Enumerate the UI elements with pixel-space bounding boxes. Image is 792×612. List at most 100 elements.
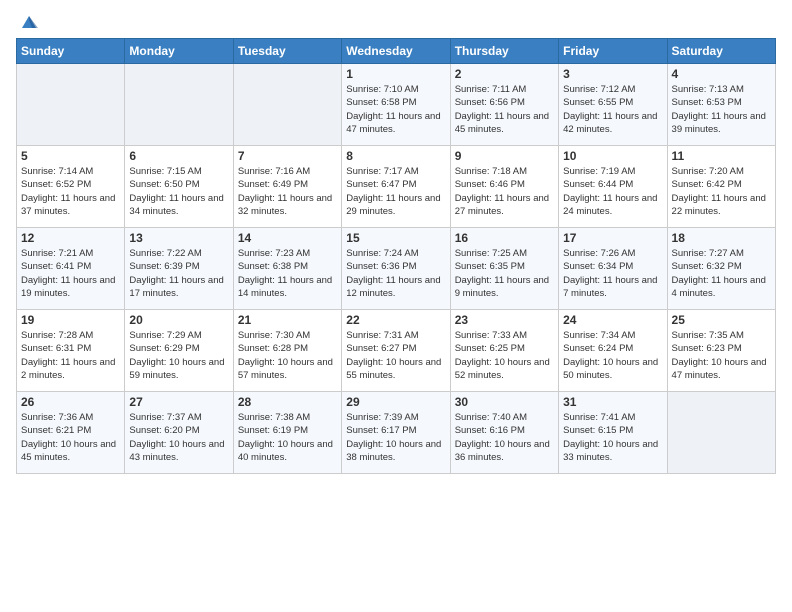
calendar-cell — [667, 392, 775, 474]
day-info: Sunrise: 7:20 AM Sunset: 6:42 PM Dayligh… — [672, 165, 771, 218]
day-number: 21 — [238, 313, 337, 327]
day-info: Sunrise: 7:28 AM Sunset: 6:31 PM Dayligh… — [21, 329, 120, 382]
day-info: Sunrise: 7:21 AM Sunset: 6:41 PM Dayligh… — [21, 247, 120, 300]
calendar-cell: 11 Sunrise: 7:20 AM Sunset: 6:42 PM Dayli… — [667, 146, 775, 228]
calendar-cell: 10 Sunrise: 7:19 AM Sunset: 6:44 PM Dayli… — [559, 146, 667, 228]
weekday-header-thursday: Thursday — [450, 39, 558, 64]
calendar-cell: 29 Sunrise: 7:39 AM Sunset: 6:17 PM Dayli… — [342, 392, 450, 474]
calendar-cell: 17Sunrise: 7:26 AM Sunset: 6:34 PM Dayli… — [559, 228, 667, 310]
weekday-header-row: SundayMondayTuesdayWednesdayThursdayFrid… — [17, 39, 776, 64]
day-info: Sunrise: 7:18 AM Sunset: 6:46 PM Dayligh… — [455, 165, 554, 218]
weekday-header-tuesday: Tuesday — [233, 39, 341, 64]
day-info: Sunrise: 7:30 AM Sunset: 6:28 PM Dayligh… — [238, 329, 337, 382]
calendar-week-row: 5 Sunrise: 7:14 AM Sunset: 6:52 PM Daylig… — [17, 146, 776, 228]
calendar-cell: 31Sunrise: 7:41 AM Sunset: 6:15 PM Dayli… — [559, 392, 667, 474]
day-number: 29 — [346, 395, 445, 409]
calendar-cell: 12 Sunrise: 7:21 AM Sunset: 6:41 PM Dayli… — [17, 228, 125, 310]
day-info: Sunrise: 7:15 AM Sunset: 6:50 PM Dayligh… — [129, 165, 228, 218]
day-number: 23 — [455, 313, 554, 327]
calendar-week-row: 12 Sunrise: 7:21 AM Sunset: 6:41 PM Dayli… — [17, 228, 776, 310]
day-number: 1 — [346, 67, 445, 81]
calendar-cell: 22Sunrise: 7:31 AM Sunset: 6:27 PM Dayli… — [342, 310, 450, 392]
day-info: Sunrise: 7:39 AM Sunset: 6:17 PM Dayligh… — [346, 411, 445, 464]
calendar-cell: 25 Sunrise: 7:35 AM Sunset: 6:23 PM Dayli… — [667, 310, 775, 392]
day-number: 20 — [129, 313, 228, 327]
day-number: 3 — [563, 67, 662, 81]
day-info: Sunrise: 7:17 AM Sunset: 6:47 PM Dayligh… — [346, 165, 445, 218]
calendar-cell: 13Sunrise: 7:22 AM Sunset: 6:39 PM Dayli… — [125, 228, 233, 310]
header — [16, 10, 776, 32]
day-number: 15 — [346, 231, 445, 245]
day-info: Sunrise: 7:23 AM Sunset: 6:38 PM Dayligh… — [238, 247, 337, 300]
calendar-cell: 7 Sunrise: 7:16 AM Sunset: 6:49 PM Daylig… — [233, 146, 341, 228]
day-number: 8 — [346, 149, 445, 163]
day-number: 25 — [672, 313, 771, 327]
calendar-cell: 28 Sunrise: 7:38 AM Sunset: 6:19 PM Dayli… — [233, 392, 341, 474]
day-number: 27 — [129, 395, 228, 409]
calendar-cell: 23Sunrise: 7:33 AM Sunset: 6:25 PM Dayli… — [450, 310, 558, 392]
day-info: Sunrise: 7:25 AM Sunset: 6:35 PM Dayligh… — [455, 247, 554, 300]
calendar-week-row: 19Sunrise: 7:28 AM Sunset: 6:31 PM Dayli… — [17, 310, 776, 392]
day-info: Sunrise: 7:36 AM Sunset: 6:21 PM Dayligh… — [21, 411, 120, 464]
day-info: Sunrise: 7:19 AM Sunset: 6:44 PM Dayligh… — [563, 165, 662, 218]
day-info: Sunrise: 7:27 AM Sunset: 6:32 PM Dayligh… — [672, 247, 771, 300]
calendar-cell: 8 Sunrise: 7:17 AM Sunset: 6:47 PM Daylig… — [342, 146, 450, 228]
day-info: Sunrise: 7:10 AM Sunset: 6:58 PM Dayligh… — [346, 83, 445, 136]
day-number: 30 — [455, 395, 554, 409]
day-info: Sunrise: 7:12 AM Sunset: 6:55 PM Dayligh… — [563, 83, 662, 136]
page: SundayMondayTuesdayWednesdayThursdayFrid… — [0, 0, 792, 612]
day-number: 26 — [21, 395, 120, 409]
day-info: Sunrise: 7:38 AM Sunset: 6:19 PM Dayligh… — [238, 411, 337, 464]
calendar-cell: 18 Sunrise: 7:27 AM Sunset: 6:32 PM Dayli… — [667, 228, 775, 310]
day-info: Sunrise: 7:34 AM Sunset: 6:24 PM Dayligh… — [563, 329, 662, 382]
calendar-cell: 9 Sunrise: 7:18 AM Sunset: 6:46 PM Daylig… — [450, 146, 558, 228]
calendar-cell: 6 Sunrise: 7:15 AM Sunset: 6:50 PM Daylig… — [125, 146, 233, 228]
day-number: 16 — [455, 231, 554, 245]
day-number: 5 — [21, 149, 120, 163]
calendar-week-row: 26 Sunrise: 7:36 AM Sunset: 6:21 PM Dayli… — [17, 392, 776, 474]
weekday-header-friday: Friday — [559, 39, 667, 64]
day-info: Sunrise: 7:22 AM Sunset: 6:39 PM Dayligh… — [129, 247, 228, 300]
calendar-cell: 21 Sunrise: 7:30 AM Sunset: 6:28 PM Dayli… — [233, 310, 341, 392]
calendar-cell: 16 Sunrise: 7:25 AM Sunset: 6:35 PM Dayli… — [450, 228, 558, 310]
calendar-cell — [125, 64, 233, 146]
calendar-week-row: 1 Sunrise: 7:10 AM Sunset: 6:58 PM Daylig… — [17, 64, 776, 146]
calendar-cell: 1 Sunrise: 7:10 AM Sunset: 6:58 PM Daylig… — [342, 64, 450, 146]
calendar-cell: 26 Sunrise: 7:36 AM Sunset: 6:21 PM Dayli… — [17, 392, 125, 474]
calendar-cell: 3 Sunrise: 7:12 AM Sunset: 6:55 PM Daylig… — [559, 64, 667, 146]
day-number: 10 — [563, 149, 662, 163]
day-info: Sunrise: 7:40 AM Sunset: 6:16 PM Dayligh… — [455, 411, 554, 464]
day-info: Sunrise: 7:37 AM Sunset: 6:20 PM Dayligh… — [129, 411, 228, 464]
day-info: Sunrise: 7:11 AM Sunset: 6:56 PM Dayligh… — [455, 83, 554, 136]
calendar-cell: 4 Sunrise: 7:13 AM Sunset: 6:53 PM Daylig… — [667, 64, 775, 146]
day-info: Sunrise: 7:16 AM Sunset: 6:49 PM Dayligh… — [238, 165, 337, 218]
day-number: 18 — [672, 231, 771, 245]
calendar-cell: 24 Sunrise: 7:34 AM Sunset: 6:24 PM Dayli… — [559, 310, 667, 392]
calendar-cell — [233, 64, 341, 146]
day-number: 22 — [346, 313, 445, 327]
day-info: Sunrise: 7:26 AM Sunset: 6:34 PM Dayligh… — [563, 247, 662, 300]
day-number: 12 — [21, 231, 120, 245]
day-info: Sunrise: 7:35 AM Sunset: 6:23 PM Dayligh… — [672, 329, 771, 382]
calendar-cell: 20Sunrise: 7:29 AM Sunset: 6:29 PM Dayli… — [125, 310, 233, 392]
calendar-cell: 2 Sunrise: 7:11 AM Sunset: 6:56 PM Daylig… — [450, 64, 558, 146]
weekday-header-monday: Monday — [125, 39, 233, 64]
day-number: 4 — [672, 67, 771, 81]
day-number: 2 — [455, 67, 554, 81]
day-number: 9 — [455, 149, 554, 163]
day-number: 11 — [672, 149, 771, 163]
day-number: 7 — [238, 149, 337, 163]
day-number: 24 — [563, 313, 662, 327]
day-info: Sunrise: 7:24 AM Sunset: 6:36 PM Dayligh… — [346, 247, 445, 300]
logo — [16, 10, 40, 32]
day-info: Sunrise: 7:41 AM Sunset: 6:15 PM Dayligh… — [563, 411, 662, 464]
day-number: 28 — [238, 395, 337, 409]
calendar-cell: 27 Sunrise: 7:37 AM Sunset: 6:20 PM Dayli… — [125, 392, 233, 474]
calendar-table: SundayMondayTuesdayWednesdayThursdayFrid… — [16, 38, 776, 474]
day-info: Sunrise: 7:13 AM Sunset: 6:53 PM Dayligh… — [672, 83, 771, 136]
day-number: 6 — [129, 149, 228, 163]
weekday-header-saturday: Saturday — [667, 39, 775, 64]
weekday-header-wednesday: Wednesday — [342, 39, 450, 64]
calendar-cell: 30 Sunrise: 7:40 AM Sunset: 6:16 PM Dayli… — [450, 392, 558, 474]
day-info: Sunrise: 7:14 AM Sunset: 6:52 PM Dayligh… — [21, 165, 120, 218]
